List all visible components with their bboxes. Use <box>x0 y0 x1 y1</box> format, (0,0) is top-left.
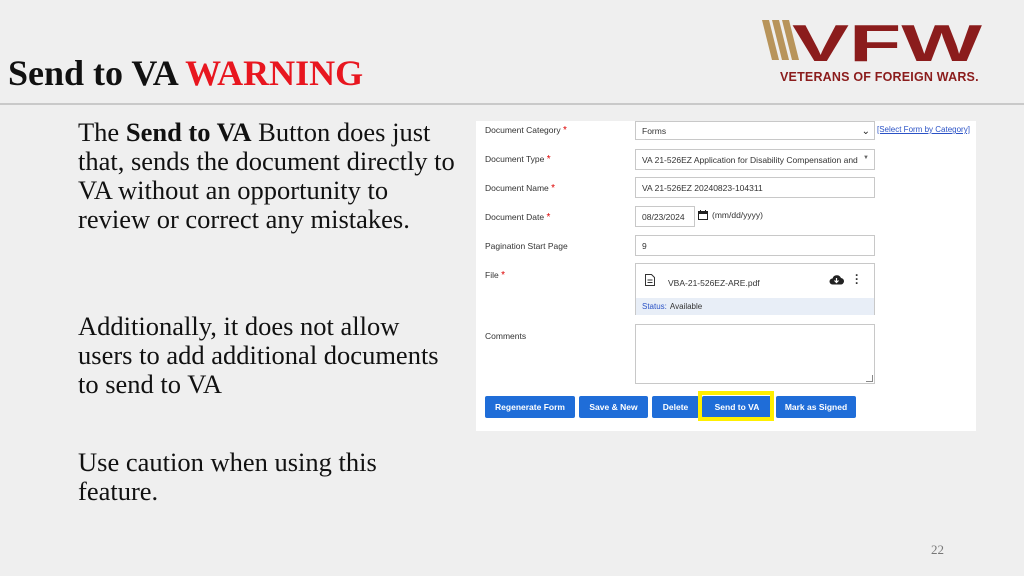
title-main: Send to VA <box>8 53 177 93</box>
file-status-value: Available <box>669 302 703 311</box>
pagination-start-field[interactable]: 9 <box>635 235 875 256</box>
title-warning: WARNING <box>185 53 364 93</box>
cloud-download-icon[interactable] <box>829 274 844 285</box>
document-icon <box>645 274 655 286</box>
paragraph-1-bold: Send to VA <box>125 117 252 147</box>
mark-as-signed-button[interactable]: Mark as Signed <box>776 396 856 418</box>
slide-title: Send to VA WARNING <box>8 52 363 94</box>
label-document-type: Document Type * <box>485 154 551 165</box>
paragraph-1-pre: The <box>78 117 126 147</box>
vfw-logo-mark: VFW <box>762 18 984 68</box>
send-to-va-highlight <box>698 391 774 421</box>
document-name-field[interactable]: VA 21-526EZ 20240823-104311 <box>635 177 875 198</box>
label-pagination-start-page: Pagination Start Page <box>485 241 568 251</box>
label-document-date: Document Date * <box>485 212 551 223</box>
paragraph-2: Additionally, it does not allow users to… <box>78 311 439 399</box>
logo-subtitle: VETERANS OF FOREIGN WARS. <box>780 70 979 84</box>
document-date-field[interactable]: 08/23/2024 <box>635 206 695 227</box>
label-comments: Comments <box>485 331 527 341</box>
resize-handle-icon[interactable] <box>866 375 873 382</box>
vfw-logo: VFW VETERANS OF FOREIGN WARS. <box>762 18 984 88</box>
date-picker[interactable]: (mm/dd/yyyy) <box>698 210 763 220</box>
label-document-category: Document Category * <box>485 125 567 136</box>
more-options-icon[interactable]: · · · <box>855 269 859 289</box>
paragraph-3: Use caution when using this feature. <box>78 447 377 506</box>
paragraph-1: The Send to VA Button does just that, se… <box>78 118 458 234</box>
select-form-by-category-link[interactable]: [Select Form by Category] <box>877 125 970 134</box>
calendar-icon[interactable] <box>698 210 708 220</box>
chevron-down-icon: ⌄ <box>861 126 870 137</box>
file-status-label: Status: <box>642 302 667 311</box>
comments-textarea[interactable] <box>635 324 875 384</box>
page-number: 22 <box>931 542 944 557</box>
date-format-hint: (mm/dd/yyyy) <box>712 210 763 220</box>
logo-text: VFW <box>792 18 984 68</box>
dropdown-arrow-icon: ▼ <box>863 155 869 161</box>
delete-button[interactable]: Delete <box>652 396 699 418</box>
label-file: File * <box>485 270 505 281</box>
file-status: Status: Available <box>636 298 874 315</box>
label-document-name: Document Name * <box>485 183 556 194</box>
file-attachment: VBA-21-526EZ-ARE.pdf · · · Status: Availabl… <box>635 263 875 315</box>
regenerate-form-button[interactable]: Regenerate Form <box>485 396 575 418</box>
save-new-button[interactable]: Save & New <box>579 396 648 418</box>
form-screenshot: Document Category * Forms ⌄ [Select Form … <box>476 121 976 431</box>
document-type-select[interactable]: VA 21-526EZ Application for Disability C… <box>635 149 875 170</box>
document-category-select[interactable]: Forms ⌄ <box>635 121 875 140</box>
file-name[interactable]: VBA-21-526EZ-ARE.pdf <box>668 278 760 288</box>
header-divider <box>0 103 1024 105</box>
